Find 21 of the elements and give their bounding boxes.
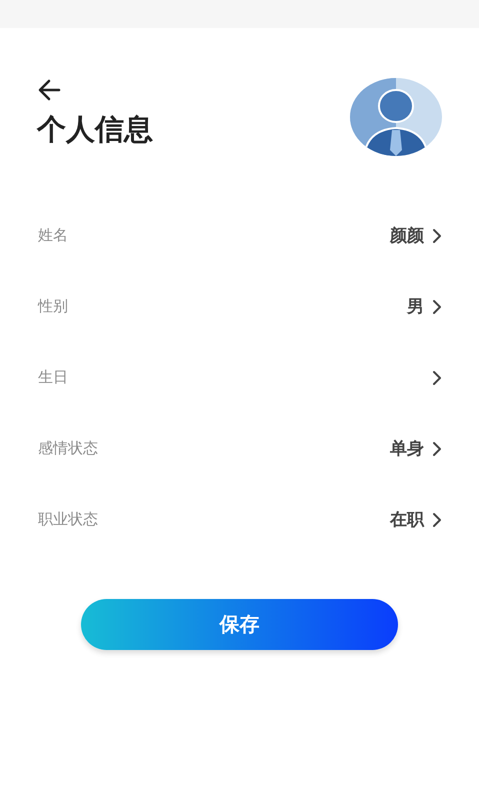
back-button[interactable] (37, 78, 63, 102)
field-value: 在职 (390, 509, 424, 531)
chevron-right-icon (432, 228, 442, 244)
field-value: 颜颜 (390, 225, 424, 247)
field-label: 感情状态 (38, 439, 98, 458)
field-label: 生日 (38, 368, 68, 387)
save-button[interactable]: 保存 (81, 599, 398, 650)
field-value: 男 (407, 296, 424, 318)
field-label: 姓名 (38, 226, 68, 245)
chevron-right-icon (432, 298, 442, 314)
chevron-right-icon (432, 512, 442, 528)
profile-row[interactable]: 性别 男 (38, 271, 442, 342)
page-title: 个人信息 (37, 111, 153, 148)
field-label: 性别 (38, 297, 68, 316)
field-value: 单身 (390, 438, 424, 460)
profile-row[interactable]: 姓名 颜颜 (38, 200, 442, 271)
chevron-right-icon (432, 440, 442, 456)
chevron-right-icon (432, 370, 442, 386)
field-label: 职业状态 (38, 510, 98, 529)
profile-row[interactable]: 感情状态 单身 (38, 413, 442, 484)
profile-row[interactable]: 职业状态 在职 (38, 484, 442, 555)
